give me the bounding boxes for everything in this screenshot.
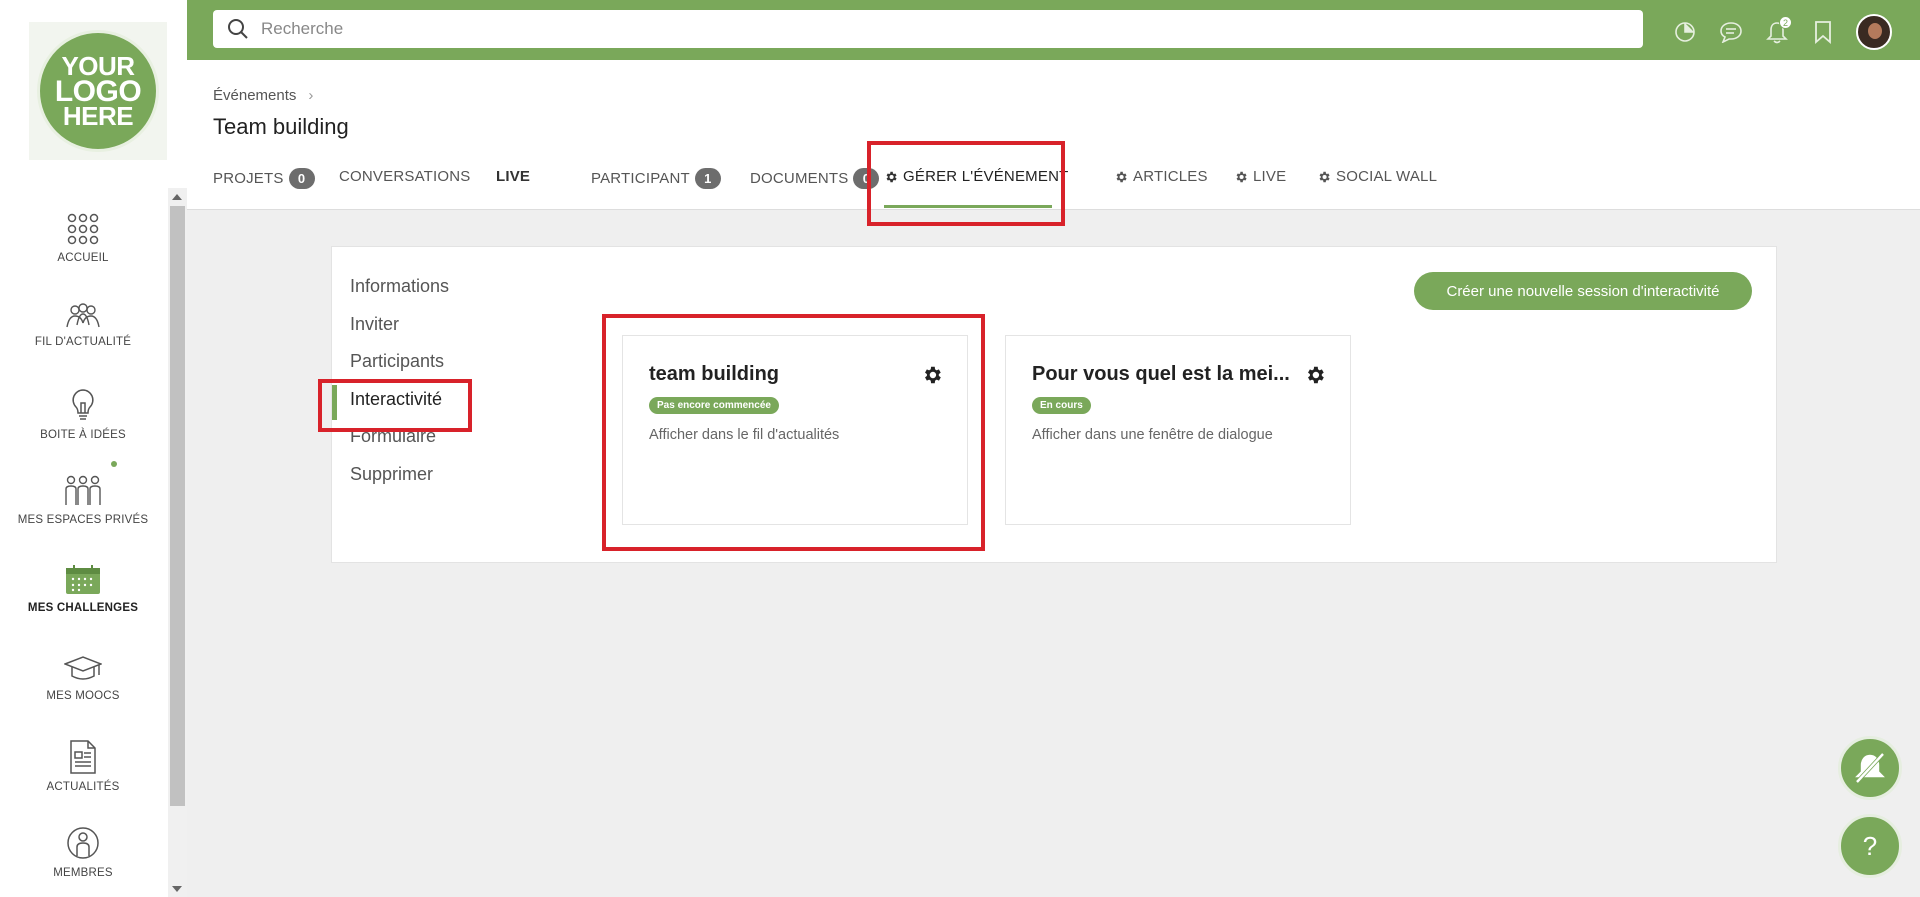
session-title[interactable]: Pour vous quel est la mei... [1032, 363, 1292, 386]
grid-dots-icon [67, 213, 99, 245]
sidebar-item-label: ACTUALITÉS [46, 781, 120, 793]
bookmark-icon[interactable] [1810, 19, 1836, 45]
search-bar[interactable] [213, 10, 1643, 48]
count-badge: 1 [694, 168, 721, 189]
sidebar-item-label: MES MOOCS [46, 690, 120, 702]
logo-circle: YOUR LOGO HERE [37, 30, 159, 152]
logo-line-3: HERE [62, 100, 134, 131]
search-icon [228, 19, 248, 39]
tab-label: DOCUMENTS [750, 170, 849, 187]
help-label: ? [1862, 830, 1878, 861]
menu-item-inviter[interactable]: Inviter [350, 314, 399, 335]
avatar[interactable] [1856, 14, 1892, 50]
private-spaces-icon [65, 475, 101, 505]
sidebar-item-actualites[interactable]: ACTUALITÉS [0, 740, 166, 793]
search-input[interactable] [261, 19, 1561, 39]
count-badge: 0 [288, 168, 315, 189]
bell-icon[interactable]: 2 [1764, 16, 1792, 45]
session-description: Afficher dans une fenêtre de dialogue [1032, 427, 1273, 443]
notification-badge: 2 [1779, 16, 1792, 29]
topbar-icons: 2 [1672, 14, 1892, 50]
tab-label: CONVERSATIONS [339, 168, 471, 185]
people-group-icon [66, 303, 100, 328]
sidebar-item-label: ACCUEIL [57, 252, 109, 264]
sidebar-item-espaces-prives[interactable]: MES ESPACES PRIVÉS [0, 475, 166, 526]
sidebar-item-membres[interactable]: MEMBRES [0, 826, 166, 879]
tab-label: LIVE [496, 168, 531, 185]
sidebar-item-label: MES CHALLENGES [27, 602, 139, 614]
mute-notifications-button[interactable] [1838, 736, 1902, 800]
sidebar-item-label: MES ESPACES PRIVÉS [17, 514, 149, 526]
tab-label: PARTICIPANT [591, 170, 690, 187]
tab-live-settings[interactable]: LIVE [1234, 168, 1286, 185]
sidebar-item-label: MEMBRES [53, 867, 113, 879]
session-card[interactable]: Pour vous quel est la mei... En cours Af… [1005, 335, 1351, 525]
sidebar-scrollbar-thumb[interactable] [170, 206, 185, 806]
help-button[interactable]: ? [1838, 814, 1902, 878]
sidebar-item-label: BOITE À IDÉES [40, 429, 126, 441]
tab-label: PROJETS [213, 170, 284, 187]
tab-label: LIVE [1253, 168, 1287, 185]
menu-item-supprimer[interactable]: Supprimer [350, 464, 433, 485]
topbar: 2 [187, 0, 1920, 60]
tab-projets[interactable]: PROJETS 0 [213, 168, 315, 189]
lightbulb-icon [72, 389, 94, 420]
scroll-down-arrow-icon[interactable] [172, 886, 182, 892]
chevron-right-icon: › [308, 87, 314, 104]
tab-conversations[interactable]: CONVERSATIONS [339, 168, 471, 185]
new-session-button[interactable]: Créer une nouvelle session d'interactivi… [1414, 272, 1752, 310]
member-icon [67, 827, 99, 859]
tab-documents[interactable]: DOCUMENTS 0 [750, 168, 880, 189]
sidebar-item-fil-actualite[interactable]: FIL D'ACTUALITÉ [0, 303, 166, 348]
status-badge: En cours [1032, 397, 1091, 414]
highlight-box-card [602, 314, 985, 551]
tab-participant[interactable]: PARTICIPANT 1 [591, 168, 721, 189]
tab-label: ARTICLES [1133, 168, 1208, 185]
chat-icon[interactable] [1718, 19, 1744, 45]
highlight-box-menu [318, 379, 472, 432]
sidebar-item-moocs[interactable]: MES MOOCS [0, 655, 166, 702]
pie-chart-icon[interactable] [1672, 19, 1698, 45]
gear-icon [1116, 171, 1127, 182]
gear-icon [1319, 171, 1330, 182]
graduation-cap-icon [64, 656, 102, 680]
sidebar-item-accueil[interactable]: ACCUEIL [0, 213, 166, 264]
breadcrumb-item[interactable]: Événements [213, 87, 296, 104]
tab-social-wall[interactable]: SOCIAL WALL [1317, 168, 1437, 185]
sidebar-item-challenges[interactable]: MES CHALLENGES [0, 565, 166, 614]
highlight-box-tab [867, 141, 1065, 226]
calendar-icon [66, 565, 100, 594]
gear-icon [1236, 171, 1247, 182]
sidebar: YOUR LOGO HERE ACCUEIL FIL D'ACTUALITÉ B… [0, 0, 187, 897]
logo[interactable]: YOUR LOGO HERE [29, 22, 167, 160]
menu-item-participants[interactable]: Participants [350, 351, 444, 372]
new-indicator-dot [111, 461, 117, 467]
gear-icon[interactable] [1304, 364, 1326, 386]
document-icon [70, 740, 96, 774]
page-title: Team building [213, 114, 349, 139]
tab-live[interactable]: LIVE [496, 168, 530, 185]
logo-line-2: LOGO [54, 74, 142, 108]
sidebar-item-label: FIL D'ACTUALITÉ [34, 336, 132, 348]
sidebar-item-boite-idees[interactable]: BOITE À IDÉES [0, 388, 166, 441]
tab-label: SOCIAL WALL [1336, 168, 1438, 185]
breadcrumb[interactable]: Événements › [213, 87, 313, 104]
scroll-up-arrow-icon[interactable] [172, 194, 182, 200]
bell-off-icon [1855, 752, 1885, 784]
tab-articles[interactable]: ARTICLES [1114, 168, 1208, 185]
menu-item-informations[interactable]: Informations [350, 276, 449, 297]
